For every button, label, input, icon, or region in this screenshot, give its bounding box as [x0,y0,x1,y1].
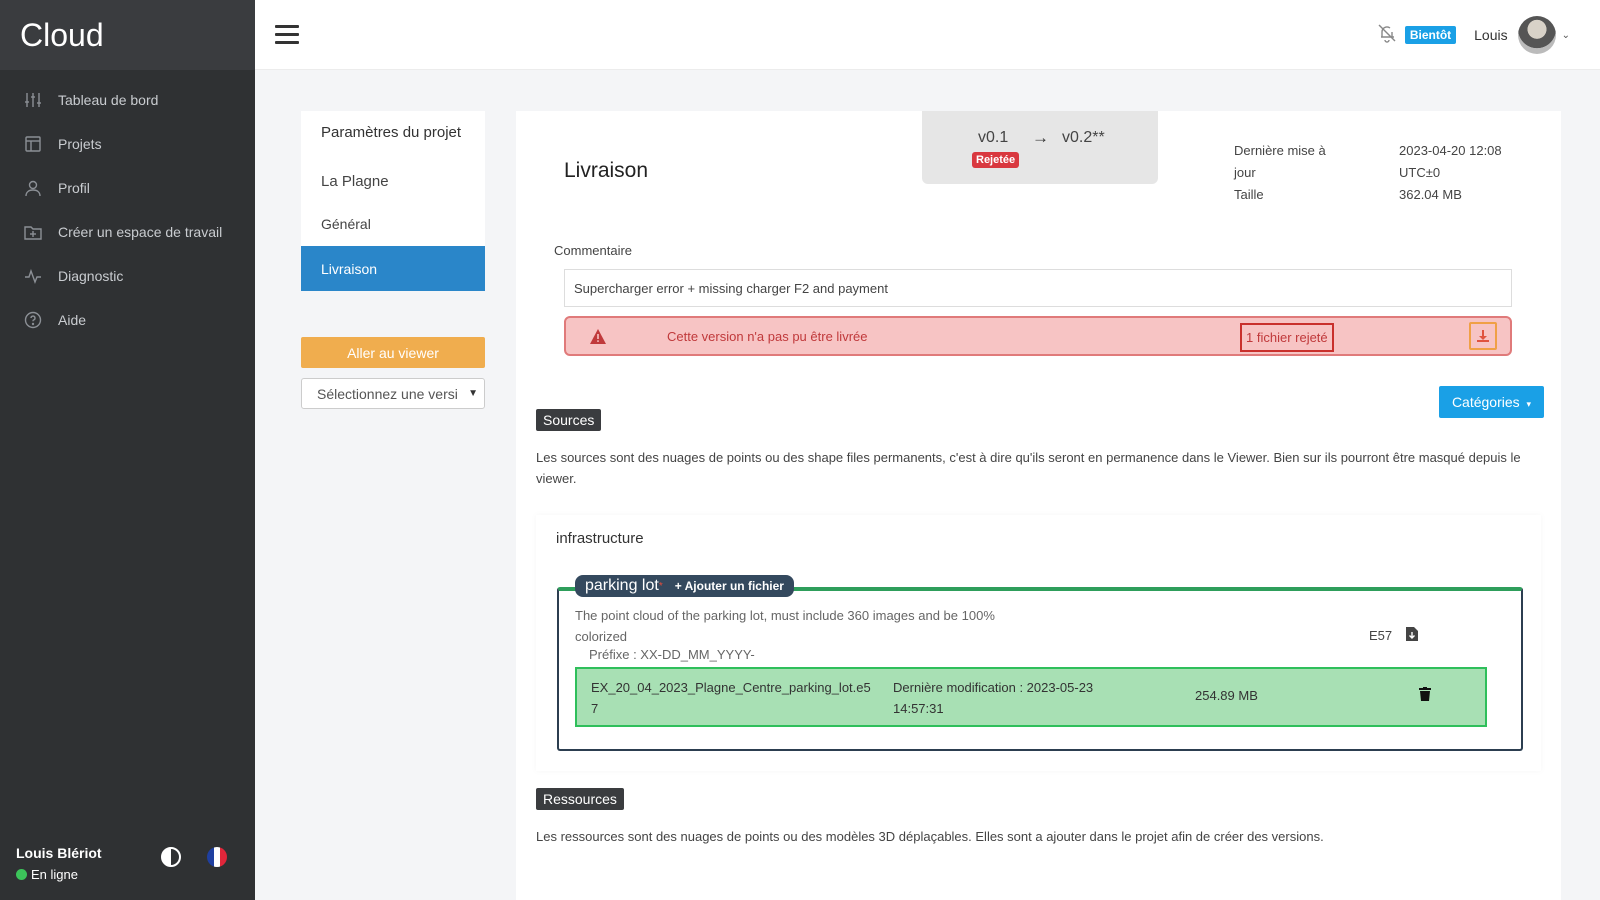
help-circle-icon [24,311,42,329]
sidebar-item-label: Projets [58,136,102,152]
rejected-files-link[interactable]: 1 fichier rejeté [1240,323,1334,352]
categories-dropdown-button[interactable]: Catégories ▾ [1439,386,1544,418]
settings-item-general[interactable]: Général [301,201,485,246]
file-name: EX_20_04_2023_Plagne_Centre_parking_lot.… [591,680,871,716]
download-icon[interactable] [1469,322,1497,350]
file-modified: Dernière modification : 2023-05-23 14:57… [893,680,1094,716]
version-transition: v0.1 → v0.2** Rejetée [922,111,1158,184]
resources-section-tag: Ressources [536,788,624,810]
arrow-right-icon: → [1032,128,1049,147]
chevron-down-icon: ▾ [1526,399,1532,409]
format-label: E57 [1369,628,1393,643]
online-status: En ligne [16,867,231,882]
sidebar-item-label: Aide [58,312,87,328]
chevron-down-icon[interactable]: ⌄ [1562,30,1570,41]
size-label: Taille [1234,187,1264,202]
status-dot-icon [16,869,27,880]
go-to-viewer-button[interactable]: Aller au viewer [301,337,485,368]
sidebar-footer: Louis Blériot En ligne [16,845,231,882]
layer-tag: parking lot * + Ajouter un fichier [575,575,794,597]
activity-icon [24,267,42,285]
soon-badge: Bientôt [1404,26,1457,44]
trash-icon[interactable] [1419,687,1431,704]
required-mark: * [658,580,663,592]
category-card: infrastructure parking lot * + Ajouter u… [536,515,1541,771]
comment-label: Commentaire [554,243,633,258]
sidebar-item-help[interactable]: Aide [0,298,255,342]
project-settings-menu: Paramètres du projet La Plagne Général L… [301,111,485,291]
resources-description: Les ressources sont des nuages de points… [536,829,1324,844]
delivery-error-alert: Cette version n'a pas pu être livrée 1 f… [564,316,1512,356]
user-icon [24,179,42,197]
sources-description: Les sources sont des nuages de points ou… [536,450,1521,486]
sidebar-item-label: Profil [58,180,90,196]
file-size: 254.89 MB [1195,688,1258,703]
topbar-user-name[interactable]: Louis [1474,27,1507,43]
layer-description: The point cloud of the parking lot, must… [575,608,995,644]
french-flag-icon[interactable] [207,847,227,867]
settings-item-delivery[interactable]: Livraison [301,246,485,291]
brand-logo[interactable]: Cloud [0,0,258,70]
layer-box: parking lot * + Ajouter un fichier The p… [557,575,1523,751]
sidebar-item-projects[interactable]: Projets [0,122,255,166]
updated-label: Dernière mise à jour [1234,143,1326,180]
sidebar-item-profile[interactable]: Profil [0,166,255,210]
layer-name: parking lot [585,577,659,594]
topbar: Bientôt Louis ⌄ [255,0,1600,70]
page-title: Livraison [564,159,649,182]
alert-message: Cette version n'a pas pu être livrée [667,329,868,344]
version-select[interactable]: Sélectionnez une versi ▼ [301,378,485,409]
sliders-icon [24,91,42,109]
version-to: v0.2** [1062,129,1105,146]
avatar[interactable] [1517,16,1556,54]
warning-icon [590,329,606,347]
sidebar-item-dashboard[interactable]: Tableau de bord [0,78,255,122]
status-label: En ligne [31,867,78,882]
sidebar-item-label: Diagnostic [58,268,124,284]
sources-section-tag: Sources [536,409,602,431]
sidebar: Cloud Tableau de bord Projets Profil Cré… [0,0,258,900]
sidebar-item-label: Créer un espace de travail [58,224,223,240]
chevron-down-icon: ▼ [468,388,478,399]
sidebar-item-create-workspace[interactable]: Créer un espace de travail [0,210,255,254]
size-value: 362.04 MB [1399,187,1462,202]
layout-icon [24,135,42,153]
bell-off-icon[interactable] [1377,23,1397,48]
delivery-panel: Livraison v0.1 → v0.2** Rejetée Dernière… [516,111,1561,900]
folder-plus-icon [24,223,42,241]
hamburger-menu-icon[interactable] [275,25,299,49]
file-import-icon[interactable] [1406,627,1419,644]
add-file-button[interactable]: + Ajouter un fichier [675,579,784,593]
comment-field[interactable]: Supercharger error + missing charger F2 … [564,269,1512,307]
sidebar-item-label: Tableau de bord [58,92,159,108]
categories-button-label: Catégories [1451,394,1520,410]
sidebar-controls [161,847,227,867]
version-select-value: Sélectionnez une versi [317,385,458,402]
contrast-toggle-icon[interactable] [161,847,181,867]
file-row: EX_20_04_2023_Plagne_Centre_parking_lot.… [575,667,1487,727]
settings-title: Paramètres du projet [321,124,462,141]
sidebar-nav: Tableau de bord Projets Profil Créer un … [0,78,255,342]
updated-value: 2023-04-20 12:08 UTC±0 [1399,143,1502,180]
status-badge: Rejetée [972,152,1020,168]
layer-format: E57 [1369,627,1419,644]
layer-prefix: Préfixe : XX-DD_MM_YYYY- [589,647,755,662]
version-from: v0.1 [978,129,1009,146]
category-title: infrastructure [556,530,644,547]
topbar-user-area: Bientôt Louis ⌄ [1377,16,1570,54]
settings-project-name[interactable]: La Plagne [301,161,485,201]
sidebar-item-diagnostic[interactable]: Diagnostic [0,254,255,298]
